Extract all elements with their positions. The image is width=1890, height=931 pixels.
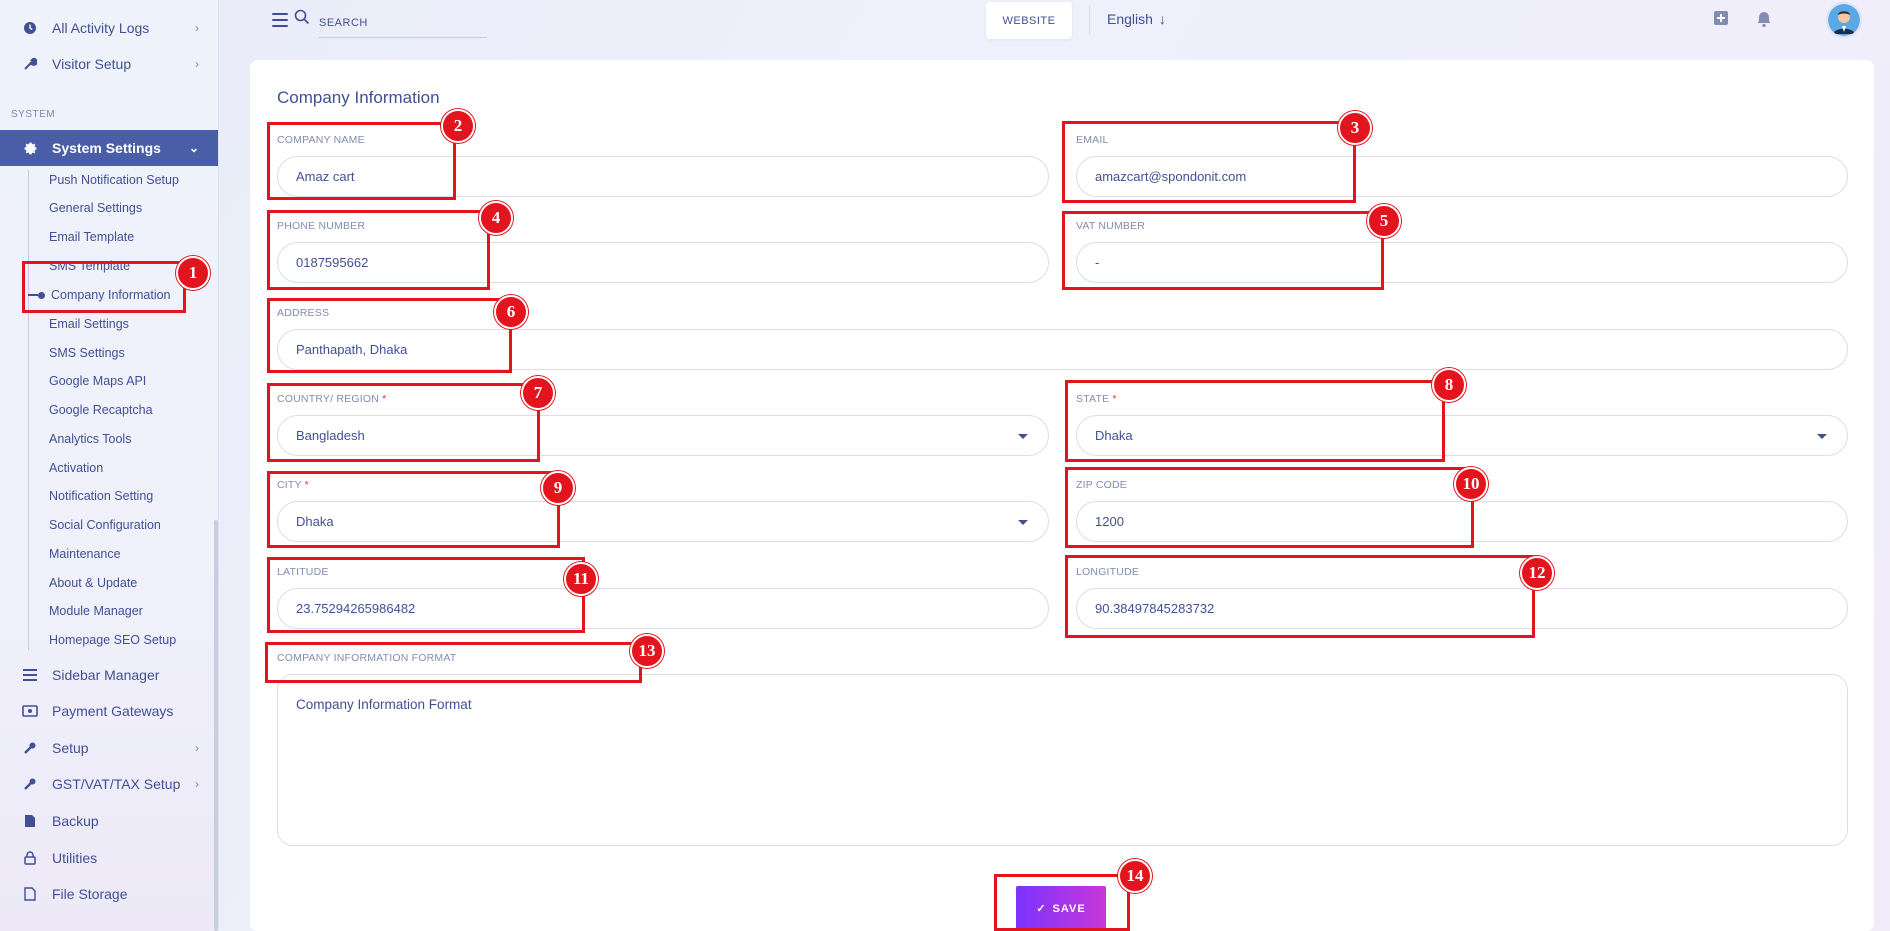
chevron-down-icon: ⌄: [188, 141, 199, 155]
page-title: Company Information: [277, 88, 440, 107]
sidebar-item-system-settings[interactable]: System Settings ⌄: [0, 130, 218, 166]
company-name-input[interactable]: Amaz cart: [277, 156, 1049, 197]
chevron-right-icon: ›: [195, 21, 199, 35]
country-label: COUNTRY/ REGION *: [277, 393, 387, 405]
sidebar-section-label: SYSTEM: [11, 109, 56, 120]
wrench-icon: [22, 56, 38, 72]
address-input[interactable]: Panthapath, Dhaka: [277, 329, 1848, 370]
submenu-item[interactable]: SMS Template: [49, 255, 130, 277]
submenu-item[interactable]: Module Manager: [49, 600, 143, 622]
address-label: ADDRESS: [277, 307, 330, 319]
current-dot: [38, 291, 45, 299]
vat-label: VAT NUMBER: [1076, 220, 1146, 232]
sidebar-item-gst-vat-tax[interactable]: GST/VAT/TAX Setup ›: [0, 766, 218, 802]
format-label: COMPANY INFORMATION FORMAT: [277, 652, 457, 664]
company-name-label: COMPANY NAME: [277, 134, 365, 146]
country-select[interactable]: Bangladesh: [277, 415, 1049, 456]
sidebar-scrollbar[interactable]: [214, 520, 218, 931]
bell-icon[interactable]: [1755, 10, 1773, 28]
search-icon: [294, 9, 310, 25]
submenu-item[interactable]: General Settings: [49, 197, 142, 219]
sidebar-item-label: Visitor Setup: [52, 56, 132, 72]
menu-toggle-icon[interactable]: [272, 13, 288, 27]
divider: [1089, 6, 1090, 34]
latitude-label: LATITUDE: [277, 566, 329, 578]
sidebar-item-file-storage[interactable]: File Storage: [0, 876, 218, 912]
sidebar-item-backup[interactable]: Backup: [0, 803, 218, 839]
wrench-icon: [22, 740, 38, 756]
avatar[interactable]: [1826, 2, 1862, 38]
sidebar-item-label: All Activity Logs: [52, 20, 150, 36]
phone-input[interactable]: 0187595662: [277, 242, 1049, 283]
latitude-input[interactable]: 23.75294265986482: [277, 588, 1049, 629]
sidebar-item-label: System Settings: [52, 140, 161, 156]
submenu-item[interactable]: Google Maps API: [49, 370, 146, 392]
list-icon: [22, 667, 38, 683]
topbar: WEBSITE English ↓: [219, 0, 1890, 50]
chevron-right-icon: ›: [195, 741, 199, 755]
email-label: EMAIL: [1076, 134, 1109, 146]
submenu-item[interactable]: Notification Setting: [49, 485, 153, 507]
submenu-item[interactable]: About & Update: [49, 572, 137, 594]
money-icon: [22, 703, 38, 719]
zip-input[interactable]: 1200: [1076, 501, 1848, 542]
clock-icon: [22, 20, 38, 36]
search-input[interactable]: [319, 8, 487, 38]
longitude-input[interactable]: 90.38497845283732: [1076, 588, 1848, 629]
submenu-item[interactable]: Social Configuration: [49, 514, 161, 536]
submenu-item[interactable]: Analytics Tools: [49, 428, 131, 450]
submenu-item[interactable]: Email Settings: [49, 313, 129, 335]
sidebar-item-activity-logs[interactable]: All Activity Logs ›: [0, 10, 218, 46]
submenu-item[interactable]: Email Template: [49, 226, 134, 248]
submenu-item[interactable]: Maintenance: [49, 543, 121, 565]
email-input[interactable]: amazcart@spondonit.com: [1076, 156, 1848, 197]
lock-icon: [22, 850, 38, 866]
submenu-item[interactable]: Push Notification Setup: [49, 169, 179, 191]
submenu-item[interactable]: SMS Settings: [49, 342, 125, 364]
chevron-right-icon: ›: [195, 777, 199, 791]
sidebar-item-payment-gateways[interactable]: Payment Gateways: [0, 693, 218, 729]
phone-label: PHONE NUMBER: [277, 220, 366, 232]
file-icon: [22, 813, 38, 829]
longitude-label: LONGITUDE: [1076, 566, 1140, 578]
sidebar-item-utilities[interactable]: Utilities: [0, 840, 218, 876]
website-button[interactable]: WEBSITE: [986, 2, 1072, 39]
vat-input[interactable]: -: [1076, 242, 1848, 283]
state-label: STATE *: [1076, 393, 1117, 405]
document-icon: [22, 886, 38, 902]
check-icon: ✓: [1036, 903, 1047, 915]
submenu-item[interactable]: Activation: [49, 457, 103, 479]
state-select[interactable]: Dhaka: [1076, 415, 1848, 456]
company-info-card: Company Information COMPANY NAME Amaz ca…: [250, 60, 1874, 931]
arrow-down-icon: ↓: [1158, 11, 1166, 27]
sidebar-item-sidebar-manager[interactable]: Sidebar Manager: [0, 657, 218, 693]
city-label: CITY *: [277, 479, 309, 491]
save-button[interactable]: ✓ SAVE: [1016, 886, 1106, 931]
language-selector[interactable]: English ↓: [1107, 11, 1166, 27]
city-select[interactable]: Dhaka: [277, 501, 1049, 542]
gear-icon: [22, 140, 38, 156]
wrench-icon: [22, 776, 38, 792]
sidebar-item-visitor-setup[interactable]: Visitor Setup ›: [0, 46, 218, 82]
submenu-item[interactable]: Google Recaptcha: [49, 399, 153, 421]
format-textarea[interactable]: Company Information Format: [277, 674, 1848, 846]
submenu-line: [28, 170, 29, 650]
add-icon[interactable]: [1713, 10, 1729, 26]
submenu-item-current[interactable]: Company Information: [28, 284, 171, 306]
chevron-right-icon: ›: [195, 57, 199, 71]
sidebar-item-setup[interactable]: Setup ›: [0, 730, 218, 766]
current-indicator: [28, 294, 38, 296]
sidebar: All Activity Logs › Visitor Setup › SYST…: [0, 0, 219, 931]
zip-label: ZIP CODE: [1076, 479, 1127, 491]
submenu-item[interactable]: Homepage SEO Setup: [49, 629, 176, 651]
